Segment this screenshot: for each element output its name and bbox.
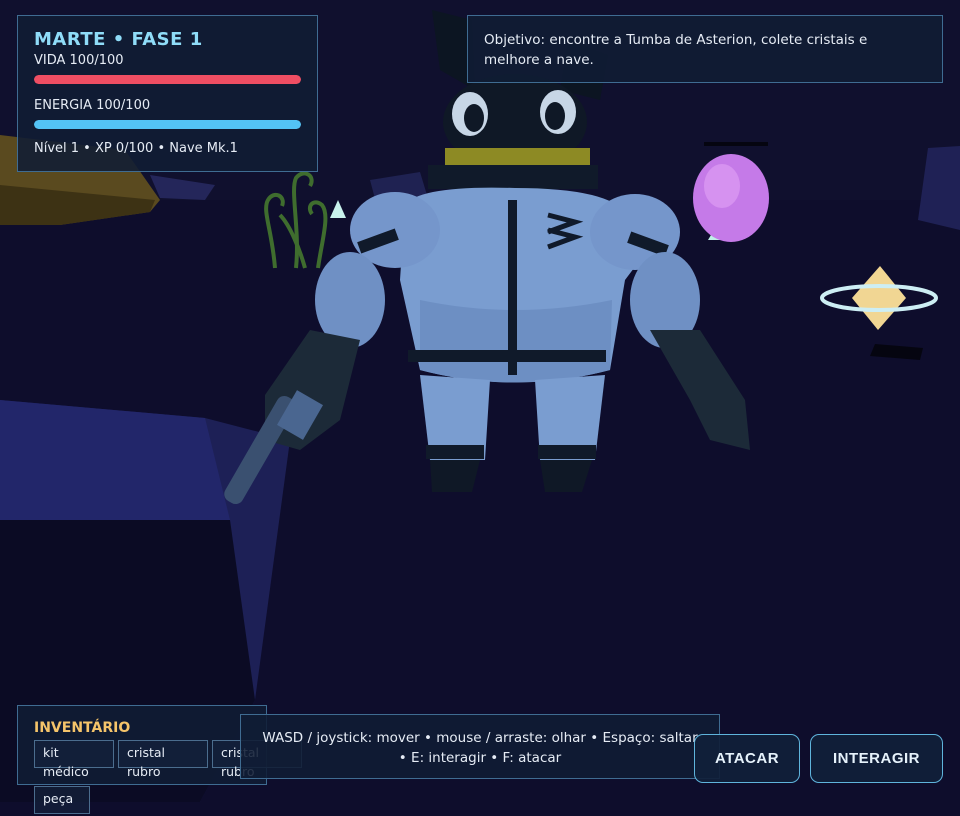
energy-bar-fill xyxy=(34,120,301,129)
controls-text: WASD / joystick: mover • mouse / arraste… xyxy=(262,730,698,766)
interact-button-label: INTERAGIR xyxy=(833,750,920,767)
energy-bar xyxy=(34,120,301,129)
attack-button[interactable]: ATACAR xyxy=(694,734,800,783)
level-title: MARTE • FASE 1 xyxy=(34,29,203,50)
attack-button-label: ATACAR xyxy=(714,750,780,767)
interact-button[interactable]: INTERAGIR xyxy=(810,734,943,783)
inventory-slot[interactable]: kit médico xyxy=(34,740,114,779)
health-bar xyxy=(34,75,301,84)
inventory-items: kit médico cristal rubro cristal rubro p… xyxy=(34,736,302,816)
inventory-title: INVENTÁRIO xyxy=(34,720,131,736)
objective-text: Objetivo: encontre a Tumba de Asterion, … xyxy=(484,32,868,68)
player-stats: Nível 1 • XP 0/100 • Nave Mk.1 xyxy=(34,141,238,156)
inventory-item-label: peça xyxy=(43,791,74,806)
objective-panel: Objetivo: encontre a Tumba de Asterion, … xyxy=(467,15,943,83)
controls-help: WASD / joystick: mover • mouse / arraste… xyxy=(240,714,720,779)
inventory-panel: INVENTÁRIO kit médico cristal rubro cris… xyxy=(17,705,302,814)
status-hud: MARTE • FASE 1 VIDA 100/100 ENERGIA 100/… xyxy=(17,15,318,172)
inventory-item-label: cristal rubro xyxy=(127,745,166,779)
inventory-item-label: kit médico xyxy=(43,745,89,779)
energy-label: ENERGIA 100/100 xyxy=(34,98,151,113)
inventory-slot[interactable]: peça xyxy=(34,786,90,814)
health-label: VIDA 100/100 xyxy=(34,53,124,68)
health-bar-fill xyxy=(34,75,301,84)
inventory-slot[interactable]: cristal rubro xyxy=(118,740,208,779)
